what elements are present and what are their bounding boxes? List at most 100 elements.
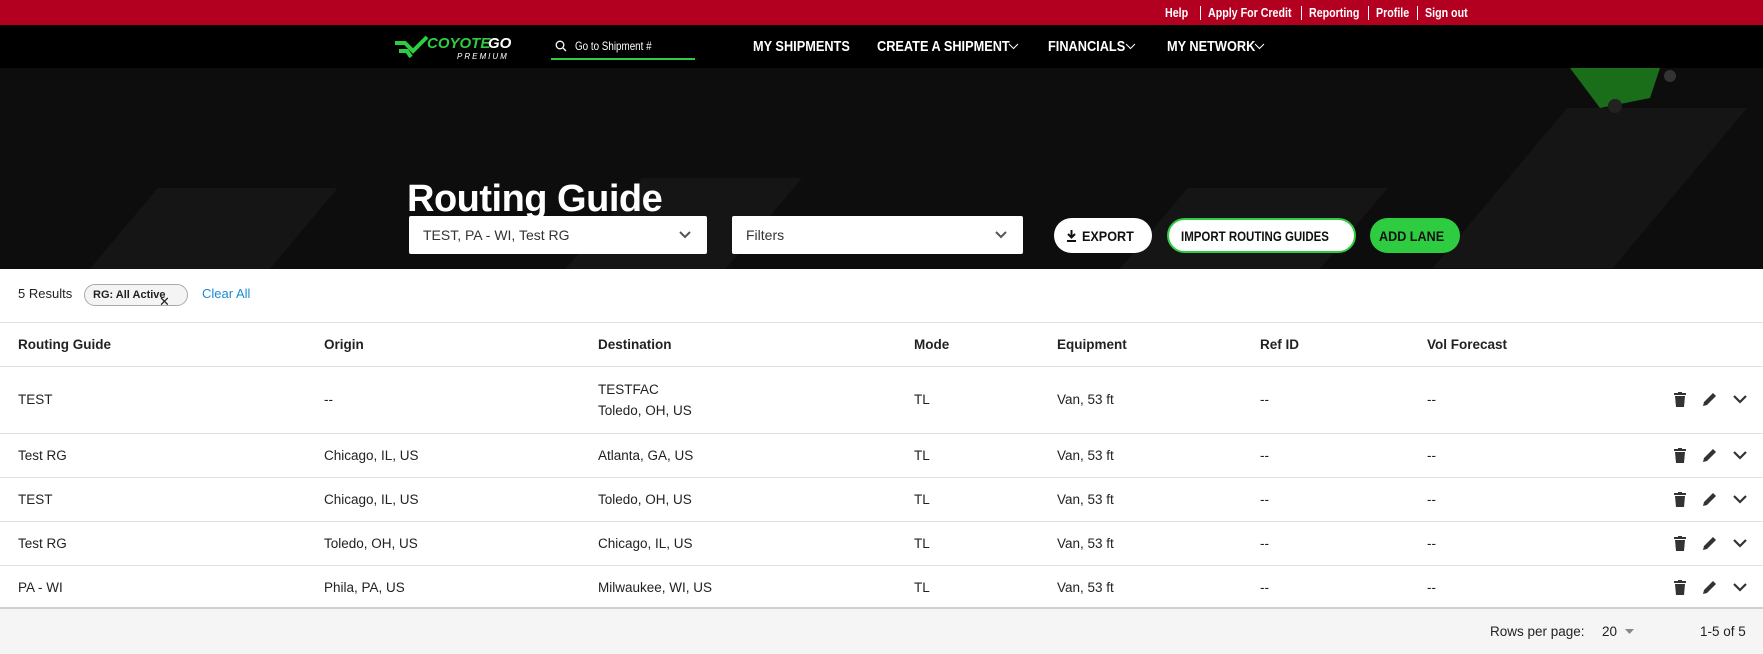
chevron-down-icon: [1125, 43, 1136, 50]
expand-chevron-icon[interactable]: [1733, 450, 1747, 460]
chevron-down-icon: [995, 231, 1007, 239]
close-icon[interactable]: ✕: [159, 294, 170, 310]
table-row[interactable]: Test RG Toledo, OH, US Chicago, IL, US T…: [0, 521, 1763, 566]
col-routing-guide[interactable]: Routing Guide: [0, 323, 324, 367]
table-row[interactable]: PA - WI Phila, PA, US Milwaukee, WI, US …: [0, 565, 1763, 610]
edit-icon[interactable]: [1702, 448, 1717, 463]
edit-icon[interactable]: [1702, 536, 1717, 551]
routing-guide-table: Routing Guide Origin Destination Mode Eq…: [0, 323, 1763, 610]
button-label: IMPORT ROUTING GUIDES: [1181, 227, 1329, 244]
cell-ref-id: --: [1260, 433, 1427, 478]
chevron-down-icon: [1254, 43, 1265, 50]
download-icon: [1067, 229, 1077, 242]
col-origin[interactable]: Origin: [324, 323, 598, 367]
cell-mode: TL: [914, 366, 1057, 434]
table-row[interactable]: TEST Chicago, IL, US Toledo, OH, US TL V…: [0, 477, 1763, 522]
import-routing-guides-button[interactable]: IMPORT ROUTING GUIDES: [1167, 218, 1356, 253]
cell-routing-guide: PA - WI: [0, 565, 324, 610]
trash-icon[interactable]: [1674, 447, 1686, 463]
table-row[interactable]: TEST -- TESTFAC Toledo, OH, US TL Van, 53…: [0, 366, 1763, 434]
shipment-search[interactable]: Go to Shipment #: [551, 33, 695, 60]
cell-origin: --: [324, 366, 598, 434]
filters-select[interactable]: Filters: [732, 216, 1023, 254]
help-link[interactable]: Help: [1165, 5, 1188, 20]
apply-credit-link[interactable]: Apply For Credit: [1208, 5, 1292, 20]
routing-guide-select[interactable]: TEST, PA - WI, Test RG: [409, 216, 707, 254]
coyotego-logo[interactable]: COYOTE GO PREMIUM: [393, 33, 533, 61]
filter-chip[interactable]: RG: All Active ✕: [84, 284, 188, 309]
hero-banner: Routing Guide TEST, PA - WI, Test RG Fil…: [0, 68, 1763, 269]
cell-routing-guide: TEST: [0, 477, 324, 522]
col-ref-id[interactable]: Ref ID: [1260, 323, 1427, 367]
select-value: TEST, PA - WI, Test RG: [423, 227, 570, 243]
sign-out-link[interactable]: Sign out: [1425, 5, 1468, 20]
expand-chevron-icon[interactable]: [1733, 582, 1747, 592]
trash-icon[interactable]: [1674, 392, 1686, 407]
export-button[interactable]: EXPORT: [1054, 218, 1152, 253]
pagination-footer: Rows per page: 20 1-5 of 5: [0, 607, 1763, 654]
col-actions: [1627, 323, 1763, 367]
nav-create-shipment[interactable]: CREATE A SHIPMENT: [877, 25, 1033, 68]
expand-chevron-icon[interactable]: [1733, 395, 1747, 404]
cell-equipment: Van, 53 ft: [1057, 366, 1260, 434]
expand-chevron-icon[interactable]: [1733, 538, 1747, 548]
select-value: Filters: [746, 227, 785, 243]
rows-per-page-select[interactable]: 20: [1602, 624, 1635, 639]
cell-vol-forecast: --: [1427, 477, 1627, 522]
cell-mode: TL: [914, 565, 1057, 610]
cell-destination: Atlanta, GA, US: [598, 433, 914, 478]
cell-equipment: Van, 53 ft: [1057, 477, 1260, 522]
add-lane-button[interactable]: ADD LANE: [1370, 218, 1460, 253]
rows-per-page-value: 20: [1602, 624, 1618, 639]
chevron-down-icon: [679, 231, 691, 239]
cell-actions: [1627, 565, 1763, 610]
trash-icon[interactable]: [1674, 491, 1686, 507]
cell-actions: [1627, 366, 1763, 434]
cell-vol-forecast: --: [1427, 366, 1627, 434]
col-equipment[interactable]: Equipment: [1057, 323, 1260, 367]
nav-my-network[interactable]: MY NETWORK: [1167, 25, 1271, 68]
cell-equipment: Van, 53 ft: [1057, 521, 1260, 566]
edit-icon[interactable]: [1702, 580, 1717, 595]
cell-ref-id: --: [1260, 521, 1427, 566]
expand-chevron-icon[interactable]: [1733, 494, 1747, 504]
caret-down-icon: [1625, 629, 1635, 634]
chevron-down-icon: [1008, 43, 1019, 50]
nav-my-shipments[interactable]: MY SHIPMENTS: [753, 25, 867, 68]
reporting-link[interactable]: Reporting: [1309, 5, 1359, 20]
button-label: ADD LANE: [1378, 227, 1444, 244]
col-destination[interactable]: Destination: [598, 323, 914, 367]
chip-label: RG: All Active: [93, 289, 166, 301]
main-nav: COYOTE GO PREMIUM Go to Shipment # MY SHI…: [0, 25, 1763, 68]
cell-actions: [1627, 433, 1763, 478]
cell-vol-forecast: --: [1427, 565, 1627, 610]
page-range: 1-5 of 5: [1700, 624, 1746, 639]
destination-city: Milwaukee, WI, US: [598, 579, 713, 595]
trash-icon[interactable]: [1674, 579, 1686, 595]
destination-city: Toledo, OH, US: [598, 402, 692, 418]
trash-icon[interactable]: [1674, 535, 1686, 551]
nav-label: FINANCIALS: [1048, 38, 1126, 55]
cell-origin: Chicago, IL, US: [324, 477, 598, 522]
svg-text:PREMIUM: PREMIUM: [457, 52, 509, 61]
clear-all-link[interactable]: Clear All: [202, 286, 250, 301]
utility-links: Help Apply For Credit Reporting Profile …: [1165, 0, 1468, 25]
truck-graphic: [1570, 68, 1676, 113]
cell-origin: Chicago, IL, US: [324, 433, 598, 478]
cell-routing-guide: Test RG: [0, 433, 324, 478]
cell-actions: [1627, 477, 1763, 522]
edit-icon[interactable]: [1702, 392, 1717, 407]
cell-vol-forecast: --: [1427, 433, 1627, 478]
search-placeholder: Go to Shipment #: [575, 38, 652, 53]
table-row[interactable]: Test RG Chicago, IL, US Atlanta, GA, US …: [0, 433, 1763, 478]
cell-destination: Milwaukee, WI, US: [598, 565, 914, 610]
nav-label: CREATE A SHIPMENT: [877, 38, 1010, 55]
edit-icon[interactable]: [1702, 492, 1717, 507]
col-vol-forecast[interactable]: Vol Forecast: [1427, 323, 1627, 367]
destination-city: Chicago, IL, US: [598, 535, 693, 551]
profile-link[interactable]: Profile: [1376, 5, 1409, 20]
cell-mode: TL: [914, 521, 1057, 566]
cell-vol-forecast: --: [1427, 521, 1627, 566]
col-mode[interactable]: Mode: [914, 323, 1057, 367]
nav-financials[interactable]: FINANCIALS: [1048, 25, 1139, 68]
